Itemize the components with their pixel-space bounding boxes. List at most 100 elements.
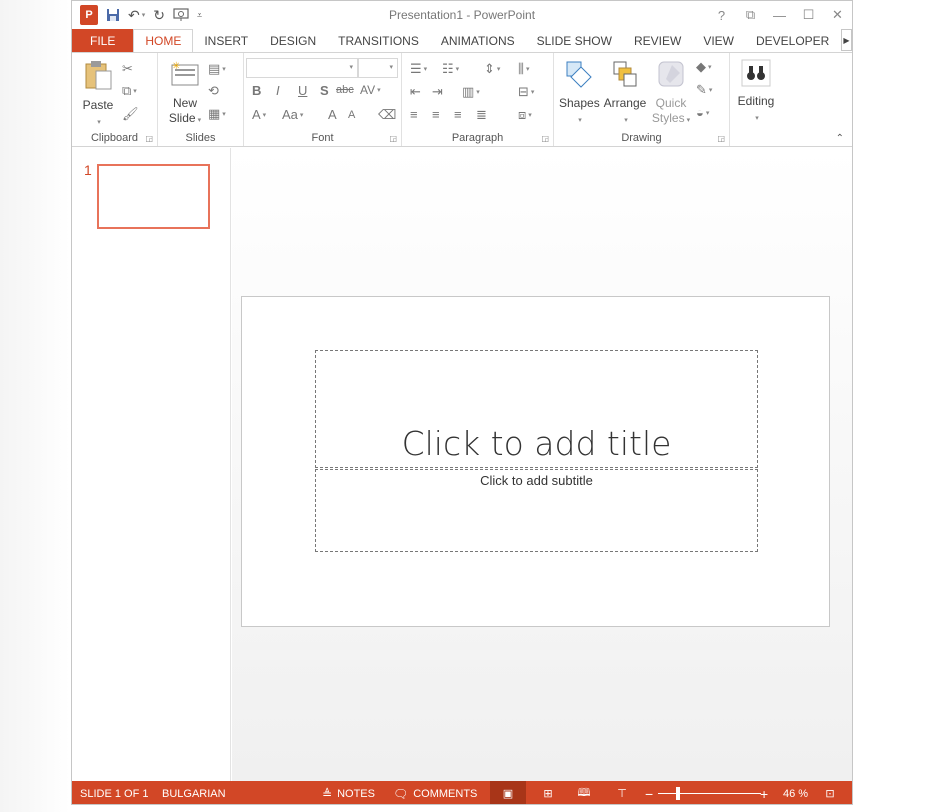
zoom-level[interactable]: 46 % [783, 781, 808, 804]
title-placeholder[interactable]: Click to add title [315, 350, 758, 468]
powerpoint-window: P ↶ ▾ ↻ ⩡ Presentation1 - PowerPoint ? ⧉ … [71, 0, 853, 805]
shape-effects-icon[interactable]: ◒ ▾ [696, 105, 709, 120]
bullets-icon[interactable]: ☰ ▾ [410, 61, 427, 77]
tab-scroll-right-icon[interactable]: ▶ [841, 29, 852, 51]
zoom-slider-track[interactable] [658, 793, 761, 794]
font-color-label: A [252, 107, 261, 122]
paragraph-launcher-icon[interactable]: ◲ [541, 134, 549, 143]
zoom-in-button[interactable]: + [760, 781, 768, 804]
change-case-label: Aa [282, 107, 298, 122]
clear-formatting-icon[interactable]: ⌫ [378, 107, 396, 123]
arrange-button[interactable]: Arrange ▾ [602, 59, 648, 128]
quick-styles-button[interactable]: Quick Styles ▾ [650, 59, 692, 128]
font-size-combo[interactable]: ▾ [358, 58, 398, 78]
group-clipboard: Paste ▾ ✂ ⧉ ▾ 🖌 Clipboard ◲ [72, 53, 158, 146]
reset-icon[interactable]: ⟲ [208, 83, 219, 99]
bold-button[interactable]: B [252, 83, 261, 98]
binoculars-icon [732, 59, 780, 91]
tab-animations[interactable]: ANIMATIONS [430, 29, 526, 53]
change-case-button[interactable]: Aa ▾ [282, 107, 303, 122]
tab-view[interactable]: VIEW [692, 29, 745, 53]
status-bar: SLIDE 1 OF 1 BULGARIAN ≜ NOTES 🗨 COMMENTS … [72, 781, 852, 804]
arrange-dropdown-icon: ▾ [624, 117, 628, 124]
slide-show-icon[interactable]: ⊤ [612, 781, 632, 804]
shadow-button[interactable]: S [320, 83, 329, 98]
comments-button[interactable]: 🗨 COMMENTS [393, 781, 478, 804]
close-icon[interactable]: ✕ [823, 1, 852, 29]
paste-button[interactable]: Paste ▾ [78, 59, 118, 130]
clipboard-launcher-icon[interactable]: ◲ [145, 134, 153, 143]
align-text-icon[interactable]: ⊟ ▾ [518, 84, 534, 100]
editing-label: Editing [737, 94, 775, 108]
collapse-ribbon-icon[interactable]: ⌃ [836, 133, 844, 144]
shape-fill-icon[interactable]: ◆ ▾ [696, 59, 712, 75]
font-color-button[interactable]: A ▾ [252, 107, 266, 122]
drawing-launcher-icon[interactable]: ◲ [717, 134, 725, 143]
quick-styles-icon [650, 59, 692, 93]
new-slide-label-1: New [172, 96, 197, 110]
align-left-icon[interactable]: ≡ [410, 107, 418, 122]
italic-button[interactable]: I [276, 83, 280, 98]
window-controls: ? ⧉ — ☐ ✕ [707, 1, 852, 29]
character-spacing-button[interactable]: AV ▾ [360, 83, 381, 97]
justify-icon[interactable]: ≣ [476, 107, 487, 123]
maximize-icon[interactable]: ☐ [794, 1, 823, 29]
columns-icon[interactable]: ▥ ▾ [462, 84, 480, 100]
shapes-button[interactable]: Shapes ▾ [559, 59, 600, 128]
slide-canvas[interactable]: Click to add title Click to add subtitle [241, 296, 830, 627]
quick-styles-dropdown-icon: ▾ [686, 117, 691, 124]
align-center-icon[interactable]: ≡ [432, 107, 440, 122]
font-size-dropdown-icon: ▾ [389, 64, 393, 71]
copy-icon[interactable]: ⧉ ▾ [122, 83, 137, 99]
font-name-combo[interactable]: ▾ [246, 58, 358, 78]
cut-icon[interactable]: ✂ [122, 61, 133, 77]
tab-slide-show[interactable]: SLIDE SHOW [526, 29, 623, 53]
editing-button[interactable]: Editing ▾ [732, 59, 780, 126]
layout-icon[interactable]: ▤ ▾ [208, 61, 226, 77]
language-indicator[interactable]: BULGARIAN [162, 781, 226, 804]
ribbon-display-options-icon[interactable]: ⧉ [736, 1, 765, 29]
align-right-icon[interactable]: ≡ [454, 107, 462, 122]
svg-text:✳: ✳ [172, 61, 180, 72]
help-icon[interactable]: ? [707, 1, 736, 29]
grow-font-button[interactable]: A [328, 107, 337, 122]
font-launcher-icon[interactable]: ◲ [389, 134, 397, 143]
underline-button[interactable]: U [298, 83, 307, 98]
normal-view-icon[interactable]: ▣ [490, 781, 526, 804]
subtitle-placeholder[interactable]: Click to add subtitle [315, 469, 758, 552]
smartart-icon[interactable]: ⧈ ▾ [518, 107, 532, 123]
shape-outline-icon[interactable]: ✎ ▾ [696, 82, 712, 98]
fit-slide-icon[interactable]: ⊡ [820, 781, 840, 804]
section-icon[interactable]: ▦ ▾ [208, 106, 226, 122]
notes-icon: ≜ [322, 786, 333, 801]
group-label-paragraph: Paragraph [451, 132, 504, 144]
zoom-slider-thumb[interactable] [676, 787, 680, 800]
tab-insert[interactable]: INSERT [193, 29, 259, 53]
new-slide-button[interactable]: ✳ New Slide ▾ [164, 59, 206, 128]
quick-styles-label-1: Quick [655, 96, 687, 110]
numbering-icon[interactable]: ☷ ▾ [442, 61, 459, 77]
minimize-icon[interactable]: — [765, 1, 794, 29]
tab-file[interactable]: FILE [72, 29, 134, 53]
comments-label: COMMENTS [413, 787, 478, 800]
tab-review[interactable]: REVIEW [623, 29, 692, 53]
group-label-font: Font [311, 132, 334, 144]
tab-transitions[interactable]: TRANSITIONS [327, 29, 430, 53]
format-painter-icon[interactable]: 🖌 [122, 106, 139, 122]
slide-sorter-icon[interactable]: ⊞ [538, 781, 558, 804]
line-spacing-icon[interactable]: ⇕ ▾ [484, 61, 500, 77]
zoom-out-button[interactable]: − [645, 781, 653, 804]
strikethrough-button[interactable]: abc [336, 84, 354, 96]
increase-indent-icon[interactable]: ⇥ [432, 84, 443, 100]
decrease-indent-icon[interactable]: ⇤ [410, 84, 421, 100]
group-label-clipboard: Clipboard [90, 132, 139, 144]
text-direction-icon[interactable]: ⫼ ▾ [518, 61, 530, 77]
reading-view-icon[interactable]: 🕮 [574, 781, 594, 804]
shrink-font-button[interactable]: A [348, 109, 355, 121]
tab-developer[interactable]: DEVELOPER [745, 29, 840, 53]
slide-thumbnail[interactable] [97, 164, 210, 229]
notes-button[interactable]: ≜ NOTES [322, 781, 375, 804]
tab-design[interactable]: DESIGN [259, 29, 327, 53]
group-paragraph: ☰ ▾ ☷ ▾ ⇕ ▾ ⫼ ▾ ⇤ ⇥ ▥ ▾ ⊟ ▾ ≡ ≡ ≡ ≣ ⧈ ▾ Paragra… [402, 53, 554, 146]
tab-home[interactable]: HOME [133, 29, 194, 53]
